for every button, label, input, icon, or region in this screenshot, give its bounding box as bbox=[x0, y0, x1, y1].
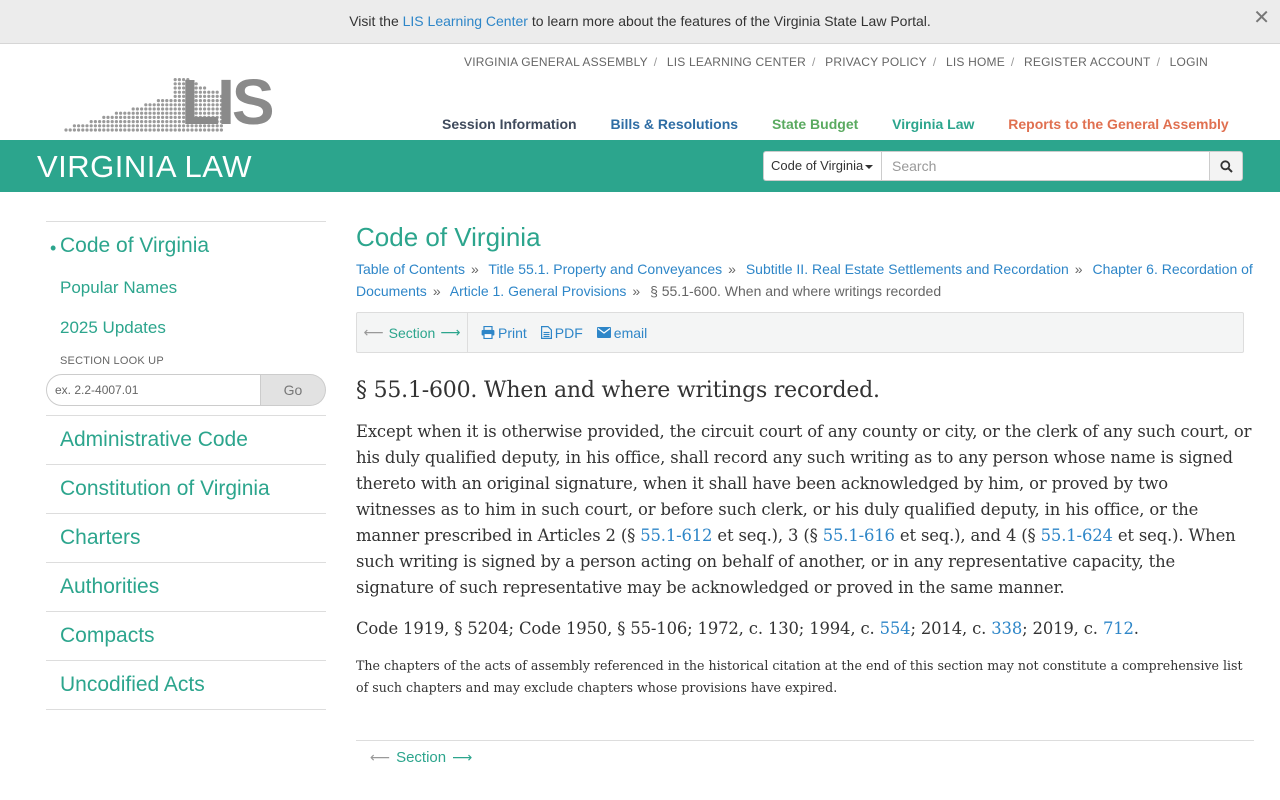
utility-lis-learning-center[interactable]: LIS LEARNING CENTER bbox=[667, 55, 806, 69]
sidebar-item-compacts[interactable]: Compacts bbox=[46, 612, 326, 661]
print-icon bbox=[481, 326, 495, 339]
sidebar-item-constitution[interactable]: Constitution of Virginia bbox=[46, 465, 326, 514]
bottom-section-label: Section bbox=[396, 749, 447, 766]
sidebar-item-label: Code of Virginia bbox=[60, 234, 210, 257]
section-link-55-1-624[interactable]: 55.1-624 bbox=[1041, 526, 1113, 545]
pdf-icon bbox=[540, 326, 552, 339]
pdf-button[interactable]: PDF bbox=[540, 324, 583, 341]
nav-state-budget[interactable]: State Budget bbox=[772, 116, 858, 132]
search-input[interactable] bbox=[881, 151, 1210, 181]
section-toolbar: ⟵ Section ⟶ Print PDF email bbox=[356, 312, 1244, 353]
utility-nav: VIRGINIA GENERAL ASSEMBLY / LIS LEARNING … bbox=[464, 55, 1208, 69]
breadcrumb-current: § 55.1-600. When and where writings reco… bbox=[650, 283, 942, 299]
section-actions: Print PDF email bbox=[481, 313, 661, 352]
search-scope-label: Code of Virginia bbox=[771, 158, 864, 173]
history-citation: Code 1919, § 5204; Code 1950, § 55-106; … bbox=[356, 619, 1139, 638]
nav-bills-resolutions[interactable]: Bills & Resolutions bbox=[610, 116, 738, 132]
nav-virginia-law[interactable]: Virginia Law bbox=[892, 116, 974, 132]
chapter-link-338[interactable]: 338 bbox=[991, 619, 1022, 638]
breadcrumb-title[interactable]: Title 55.1. Property and Conveyances bbox=[488, 261, 722, 277]
bottom-arrow-right-icon[interactable]: ⟶ bbox=[452, 749, 472, 766]
utility-lis-home[interactable]: LIS HOME bbox=[946, 55, 1005, 69]
sidebar-item-popular-names[interactable]: Popular Names bbox=[46, 273, 326, 313]
arrow-left-icon[interactable]: ⟵ bbox=[364, 324, 384, 341]
page-title: Code of Virginia bbox=[356, 222, 541, 252]
breadcrumb-table-of-contents[interactable]: Table of Contents bbox=[356, 261, 465, 277]
sidebar-item-authorities[interactable]: Authorities bbox=[46, 563, 326, 612]
sidebar-item-uncodified-acts[interactable]: Uncodified Acts bbox=[46, 661, 326, 710]
search-form: Code of Virginia bbox=[763, 151, 1243, 181]
print-button[interactable]: Print bbox=[481, 325, 527, 341]
main-content: Code of Virginia Table of Contents» Titl… bbox=[356, 222, 1254, 766]
close-icon[interactable]: ✕ bbox=[1253, 0, 1270, 36]
pdf-label: PDF bbox=[554, 324, 583, 341]
utility-privacy-policy[interactable]: PRIVACY POLICY bbox=[825, 55, 927, 69]
email-label: email bbox=[613, 324, 648, 341]
email-icon bbox=[596, 327, 611, 338]
arrow-right-icon[interactable]: ⟶ bbox=[440, 324, 460, 341]
chapter-link-712[interactable]: 712 bbox=[1103, 619, 1134, 638]
search-button[interactable] bbox=[1210, 151, 1243, 181]
caret-down-icon bbox=[865, 164, 874, 169]
section-link-55-1-616[interactable]: 55.1-616 bbox=[823, 526, 895, 545]
sidebar-item-administrative-code[interactable]: Administrative Code bbox=[46, 416, 326, 465]
main-nav: Session Information Bills & Resolutions … bbox=[442, 116, 1259, 132]
nav-reports[interactable]: Reports to the General Assembly bbox=[1008, 116, 1228, 132]
utility-virginia-general-assembly[interactable]: VIRGINIA GENERAL ASSEMBLY bbox=[464, 55, 648, 69]
section-heading: § 55.1-600. When and where writings reco… bbox=[356, 378, 880, 403]
current-bullet-icon: • bbox=[50, 238, 57, 258]
lis-learning-center-link[interactable]: LIS Learning Center bbox=[403, 13, 528, 29]
nav-session-information[interactable]: Session Information bbox=[442, 116, 577, 132]
page-section-title: VIRGINIA LAW bbox=[37, 149, 253, 184]
section-text: Except when it is otherwise provided, th… bbox=[356, 422, 1252, 597]
utility-register-account[interactable]: REGISTER ACCOUNT bbox=[1024, 55, 1151, 69]
sidebar-item-code-of-virginia[interactable]: • Code of Virginia bbox=[46, 222, 326, 273]
lis-logo[interactable]: LIS bbox=[181, 70, 275, 134]
sidebar: • Code of Virginia Popular Names 2025 Up… bbox=[46, 221, 326, 710]
section-link-55-1-612[interactable]: 55.1-612 bbox=[640, 526, 712, 545]
sidebar-item-2025-updates[interactable]: 2025 Updates bbox=[46, 313, 326, 353]
print-label: Print bbox=[498, 324, 527, 341]
breadcrumb-subtitle[interactable]: Subtitle II. Real Estate Settlements and… bbox=[746, 261, 1069, 277]
banner-text-after: to learn more about the features of the … bbox=[531, 13, 931, 29]
breadcrumb: Table of Contents» Title 55.1. Property … bbox=[356, 261, 1253, 299]
bottom-section-nav: ⟵ Section ⟶ bbox=[356, 740, 1254, 780]
info-banner: Visit the LIS Learning Center to learn m… bbox=[0, 0, 1280, 44]
breadcrumb-article[interactable]: Article 1. General Provisions bbox=[450, 283, 627, 299]
utility-login[interactable]: LOGIN bbox=[1170, 55, 1208, 69]
section-lookup: Go bbox=[46, 374, 326, 406]
sidebar-item-charters[interactable]: Charters bbox=[46, 514, 326, 563]
section-lookup-input[interactable] bbox=[46, 374, 261, 406]
email-button[interactable]: email bbox=[596, 324, 648, 341]
section-lookup-go-button[interactable]: Go bbox=[261, 374, 326, 406]
bottom-arrow-left-icon[interactable]: ⟵ bbox=[370, 749, 390, 766]
chapter-link-554[interactable]: 554 bbox=[880, 619, 911, 638]
search-scope-dropdown[interactable]: Code of Virginia bbox=[763, 151, 881, 181]
section-nav: ⟵ Section ⟶ bbox=[357, 313, 468, 352]
banner-text-before: Visit the bbox=[349, 13, 399, 29]
search-icon bbox=[1219, 159, 1233, 173]
header-bar: VIRGINIA LAW Code of Virginia bbox=[0, 140, 1280, 192]
section-nav-label: Section bbox=[388, 324, 436, 341]
section-lookup-label: SECTION LOOK UP bbox=[60, 355, 164, 367]
history-note: The chapters of the acts of assembly ref… bbox=[356, 658, 1243, 695]
